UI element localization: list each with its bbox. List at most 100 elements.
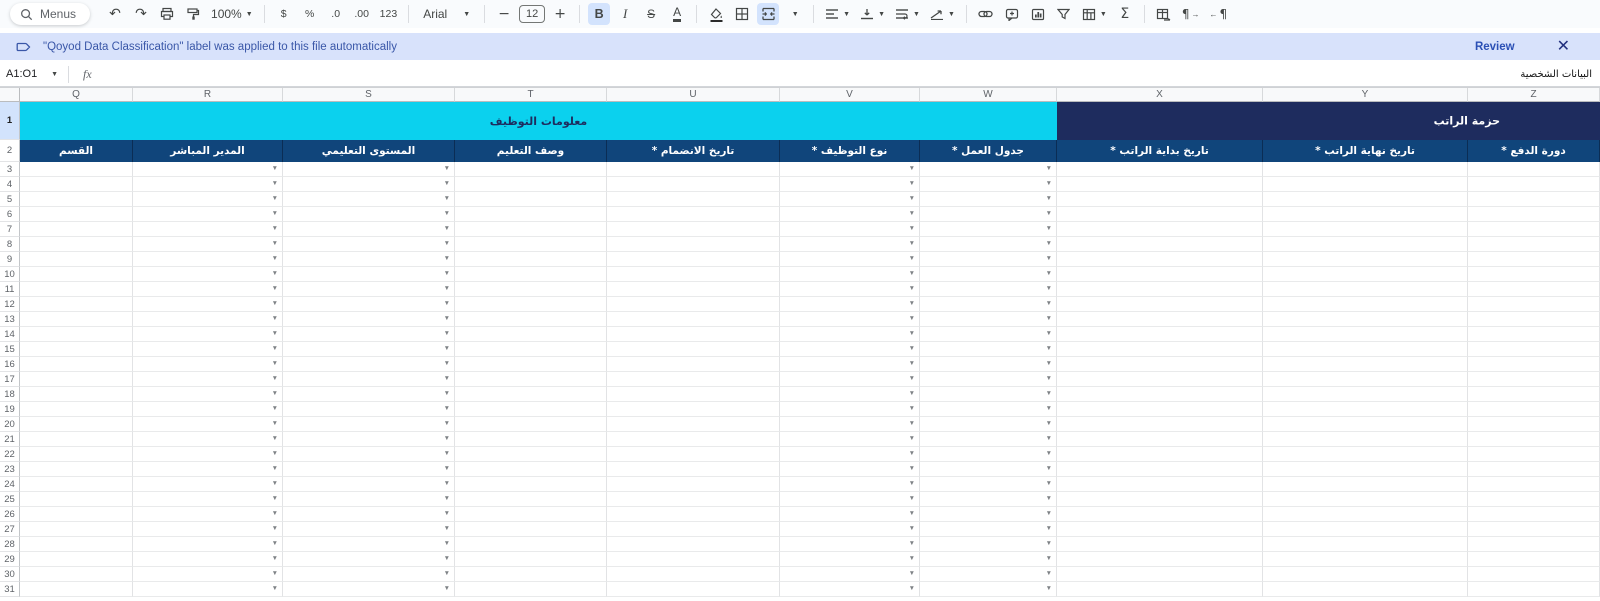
cell-T18[interactable]: [455, 387, 607, 402]
dropdown-icon[interactable]: ▼: [444, 541, 450, 548]
cell-Y3[interactable]: [1263, 162, 1468, 177]
dropdown-icon[interactable]: ▼: [444, 586, 450, 593]
formula-input[interactable]: البيانات الشخصية: [100, 69, 1600, 80]
cell-R12[interactable]: ▼: [133, 297, 283, 312]
cell-T4[interactable]: [455, 177, 607, 192]
dropdown-icon[interactable]: ▼: [909, 211, 915, 218]
cell-W8[interactable]: ▼: [920, 237, 1057, 252]
cell-Q20[interactable]: [20, 417, 133, 432]
number-format-button[interactable]: 123: [377, 3, 401, 25]
row-header[interactable]: 28: [0, 537, 20, 552]
dropdown-icon[interactable]: ▼: [1046, 451, 1052, 458]
dropdown-icon[interactable]: ▼: [444, 556, 450, 563]
cell-V31[interactable]: ▼: [780, 582, 920, 597]
cell-Z12[interactable]: [1468, 297, 1600, 312]
font-size-input[interactable]: 12: [519, 5, 545, 23]
cell-U15[interactable]: [607, 342, 780, 357]
dropdown-icon[interactable]: ▼: [272, 466, 278, 473]
cell-T9[interactable]: [455, 252, 607, 267]
row-header[interactable]: 8: [0, 237, 20, 252]
cell-V13[interactable]: ▼: [780, 312, 920, 327]
format-currency-button[interactable]: $: [273, 3, 295, 25]
dropdown-icon[interactable]: ▼: [272, 481, 278, 488]
cell-Y23[interactable]: [1263, 462, 1468, 477]
dropdown-icon[interactable]: ▼: [444, 256, 450, 263]
row-header[interactable]: 10: [0, 267, 20, 282]
dropdown-icon[interactable]: ▼: [909, 196, 915, 203]
cell-Z16[interactable]: [1468, 357, 1600, 372]
dropdown-icon[interactable]: ▼: [909, 301, 915, 308]
insert-chart-button[interactable]: [1027, 3, 1049, 25]
dropdown-icon[interactable]: ▼: [909, 586, 915, 593]
cell-R15[interactable]: ▼: [133, 342, 283, 357]
cell-T3[interactable]: [455, 162, 607, 177]
dropdown-icon[interactable]: ▼: [909, 481, 915, 488]
text-direction-ltr-button[interactable]: ¶→: [1179, 3, 1203, 25]
cell-S28[interactable]: ▼: [283, 537, 455, 552]
dropdown-icon[interactable]: ▼: [444, 241, 450, 248]
cell-W19[interactable]: ▼: [920, 402, 1057, 417]
cell-W31[interactable]: ▼: [920, 582, 1057, 597]
cell-U31[interactable]: [607, 582, 780, 597]
cell-R3[interactable]: ▼: [133, 162, 283, 177]
cell-V14[interactable]: ▼: [780, 327, 920, 342]
dropdown-icon[interactable]: ▼: [272, 181, 278, 188]
cell-V7[interactable]: ▼: [780, 222, 920, 237]
row-header[interactable]: 29: [0, 552, 20, 567]
column-header-Y[interactable]: Y: [1263, 88, 1468, 102]
dropdown-icon[interactable]: ▼: [1046, 556, 1052, 563]
cell-V16[interactable]: ▼: [780, 357, 920, 372]
format-percent-button[interactable]: %: [299, 3, 321, 25]
dropdown-icon[interactable]: ▼: [444, 436, 450, 443]
cell-T7[interactable]: [455, 222, 607, 237]
dropdown-icon[interactable]: ▼: [909, 511, 915, 518]
cell-Z7[interactable]: [1468, 222, 1600, 237]
cell-Y28[interactable]: [1263, 537, 1468, 552]
cell-Z23[interactable]: [1468, 462, 1600, 477]
cell-Q3[interactable]: [20, 162, 133, 177]
dropdown-icon[interactable]: ▼: [1046, 406, 1052, 413]
borders-button[interactable]: [731, 3, 753, 25]
cell-W16[interactable]: ▼: [920, 357, 1057, 372]
cell-S16[interactable]: ▼: [283, 357, 455, 372]
cell-U11[interactable]: [607, 282, 780, 297]
dropdown-icon[interactable]: ▼: [444, 526, 450, 533]
cell-S29[interactable]: ▼: [283, 552, 455, 567]
row-header[interactable]: 23: [0, 462, 20, 477]
cell-T26[interactable]: [455, 507, 607, 522]
cell-U14[interactable]: [607, 327, 780, 342]
cell-Z24[interactable]: [1468, 477, 1600, 492]
dropdown-icon[interactable]: ▼: [272, 361, 278, 368]
cell-W4[interactable]: ▼: [920, 177, 1057, 192]
cell-R13[interactable]: ▼: [133, 312, 283, 327]
cell-Q8[interactable]: [20, 237, 133, 252]
dropdown-icon[interactable]: ▼: [909, 526, 915, 533]
cell-X13[interactable]: [1057, 312, 1263, 327]
cell-V12[interactable]: ▼: [780, 297, 920, 312]
dropdown-icon[interactable]: ▼: [1046, 241, 1052, 248]
cell-U26[interactable]: [607, 507, 780, 522]
insert-comment-button[interactable]: [1001, 3, 1023, 25]
dropdown-icon[interactable]: ▼: [1046, 226, 1052, 233]
cell-Q24[interactable]: [20, 477, 133, 492]
cell-R20[interactable]: ▼: [133, 417, 283, 432]
cell-W22[interactable]: ▼: [920, 447, 1057, 462]
cell-R17[interactable]: ▼: [133, 372, 283, 387]
cell-T28[interactable]: [455, 537, 607, 552]
cell-X11[interactable]: [1057, 282, 1263, 297]
dropdown-icon[interactable]: ▼: [1046, 586, 1052, 593]
cell-S31[interactable]: ▼: [283, 582, 455, 597]
cell-Z14[interactable]: [1468, 327, 1600, 342]
increase-decimal-button[interactable]: .00: [351, 3, 373, 25]
cell-R31[interactable]: ▼: [133, 582, 283, 597]
field-header-T[interactable]: وصف التعليم: [455, 140, 607, 162]
cell-U17[interactable]: [607, 372, 780, 387]
cell-W20[interactable]: ▼: [920, 417, 1057, 432]
create-filter-button[interactable]: [1053, 3, 1075, 25]
cell-X20[interactable]: [1057, 417, 1263, 432]
cell-R7[interactable]: ▼: [133, 222, 283, 237]
row-header[interactable]: 31: [0, 582, 20, 597]
cell-W11[interactable]: ▼: [920, 282, 1057, 297]
cell-W10[interactable]: ▼: [920, 267, 1057, 282]
row-header[interactable]: 20: [0, 417, 20, 432]
